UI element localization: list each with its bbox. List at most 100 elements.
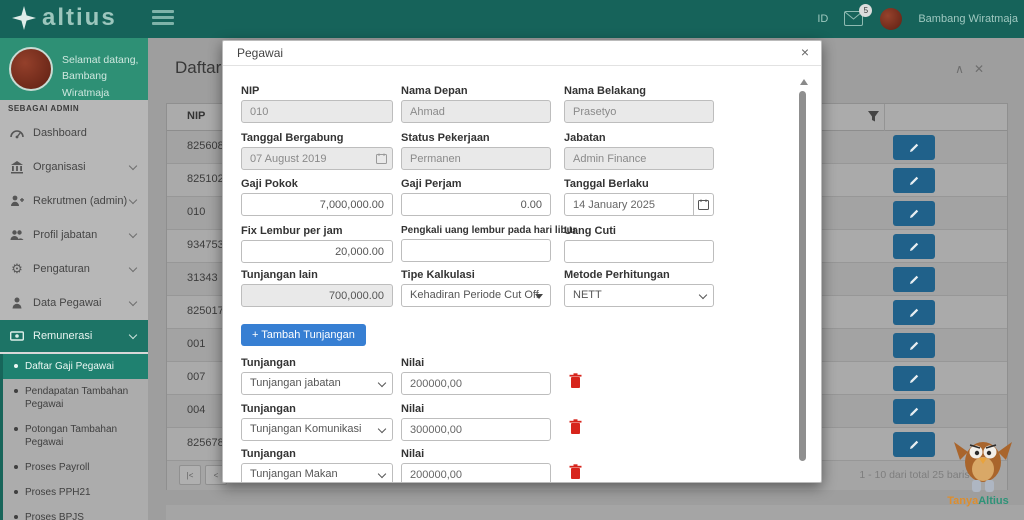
pencil-icon xyxy=(908,142,920,154)
mail-badge: 5 xyxy=(859,4,872,17)
chevron-down-icon xyxy=(129,229,137,237)
calendar-icon xyxy=(376,151,387,169)
tipe-kalkulasi-select[interactable]: Kehadiran Periode Cut Off xyxy=(401,284,551,307)
field-gaji-pokok: Gaji Pokok xyxy=(241,178,393,216)
top-header: altius ID 5 Bambang Wiratmaja xyxy=(0,0,1024,38)
sidebar-item-dashboard[interactable]: Dashboard xyxy=(0,116,148,150)
edit-row-button[interactable] xyxy=(893,300,935,325)
trash-icon xyxy=(569,373,582,388)
tunjangan-select[interactable]: Tunjangan Komunikasi xyxy=(241,418,393,441)
field-gaji-perjam: Gaji Perjam xyxy=(401,178,551,216)
scrollbar-thumb[interactable] xyxy=(799,91,806,461)
modal-title: Pegawai xyxy=(237,46,283,60)
chevron-down-icon xyxy=(699,291,707,299)
gears-icon: ⚙ xyxy=(10,262,24,276)
edit-row-button[interactable] xyxy=(893,333,935,358)
sidebar-subitem-proses-pph21[interactable]: Proses PPH21 xyxy=(3,480,148,505)
mail-icon[interactable]: 5 xyxy=(844,11,864,27)
field-fix-lembur: Fix Lembur per jam xyxy=(241,225,393,263)
sidebar-subitem-pendapatan-tambahan[interactable]: Pendapatan Tambahan Pegawai xyxy=(3,379,148,417)
bullet-icon xyxy=(14,515,18,519)
uang-cuti-input[interactable] xyxy=(564,240,714,263)
money-icon xyxy=(10,329,24,343)
chevron-down-icon xyxy=(129,263,137,271)
nip-input[interactable] xyxy=(241,100,393,123)
nama-belakang-input[interactable] xyxy=(564,100,714,123)
edit-row-button[interactable] xyxy=(893,432,935,457)
sidebar-item-remunerasi[interactable]: Remunerasi xyxy=(0,320,148,354)
chevron-down-icon xyxy=(378,470,386,478)
field-nip: NIP xyxy=(241,85,393,123)
trash-icon xyxy=(569,464,582,479)
edit-row-button[interactable] xyxy=(893,366,935,391)
status-pekerjaan-input[interactable] xyxy=(401,147,551,170)
user-avatar[interactable] xyxy=(880,8,902,30)
filter-icon[interactable] xyxy=(867,110,880,128)
calendar-picker-button[interactable] xyxy=(694,193,714,216)
nama-depan-input[interactable] xyxy=(401,100,551,123)
language-selector[interactable]: ID xyxy=(817,13,828,25)
bullet-icon xyxy=(14,427,18,431)
field-tanggal-berlaku: Tanggal Berlaku xyxy=(564,178,714,216)
modal-close-icon[interactable]: × xyxy=(801,44,809,60)
panel-close-icon[interactable]: ✕ xyxy=(974,62,994,76)
tanggal-berlaku-input[interactable] xyxy=(564,193,694,216)
sidebar-item-rekrutmen[interactable]: Rekrutmen (admin) xyxy=(0,184,148,218)
pengkali-lembur-input[interactable] xyxy=(401,239,551,262)
edit-row-button[interactable] xyxy=(893,234,935,259)
scrollbar-up-arrow[interactable] xyxy=(800,79,808,85)
delete-tunjangan-button[interactable] xyxy=(567,464,583,482)
edit-row-button[interactable] xyxy=(893,399,935,424)
sidebar-subitem-daftar-gaji[interactable]: Daftar Gaji Pegawai xyxy=(3,354,148,379)
sidebar-item-pengaturan[interactable]: ⚙ Pengaturan xyxy=(0,252,148,286)
metode-perhitungan-select[interactable]: NETT xyxy=(564,284,714,307)
chevron-down-icon xyxy=(378,425,386,433)
sidebar-subitem-proses-payroll[interactable]: Proses Payroll xyxy=(3,455,148,480)
panel-collapse-icon[interactable]: ∧ xyxy=(955,62,974,76)
modal-title-bar: Pegawai × xyxy=(223,41,821,66)
user-icon xyxy=(10,296,24,310)
nilai-input[interactable] xyxy=(401,372,551,395)
tunjangan-select[interactable]: Tunjangan jabatan xyxy=(241,372,393,395)
user-plus-icon xyxy=(10,194,24,208)
sidebar-subitem-potongan-tambahan[interactable]: Potongan Tambahan Pegawai xyxy=(3,417,148,455)
sidebar-subitem-proses-bpjs[interactable]: Proses BPJS xyxy=(3,505,148,520)
sidebar-item-organisasi[interactable]: Organisasi xyxy=(0,150,148,184)
bottom-panel-edge xyxy=(166,505,1024,520)
tunjangan-row-2-type: Tunjangan Tunjangan Komunikasi xyxy=(241,403,393,441)
tunjangan-row-3-nilai: Nilai xyxy=(401,448,551,483)
mascot-label: TanyaAltius xyxy=(932,495,1024,507)
nilai-input[interactable] xyxy=(401,418,551,441)
tanggal-bergabung-input[interactable] xyxy=(241,147,393,170)
chat-mascot[interactable] xyxy=(952,430,1014,499)
sidebar-item-data-pegawai[interactable]: Data Pegawai xyxy=(0,286,148,320)
edit-row-button[interactable] xyxy=(893,135,935,160)
edit-row-button[interactable] xyxy=(893,201,935,226)
panel-controls: ∧✕ xyxy=(955,62,994,76)
tambah-tunjangan-button[interactable]: + Tambah Tunjangan xyxy=(241,324,366,346)
gaji-pokok-input[interactable] xyxy=(241,193,393,216)
bullet-icon xyxy=(14,389,18,393)
jabatan-input[interactable] xyxy=(564,147,714,170)
tunjangan-lain-input[interactable] xyxy=(241,284,393,307)
trash-icon xyxy=(569,419,582,434)
edit-row-button[interactable] xyxy=(893,168,935,193)
user-name[interactable]: Bambang Wiratmaja xyxy=(918,13,1018,25)
edit-row-button[interactable] xyxy=(893,267,935,292)
chevron-down-icon xyxy=(129,161,137,169)
tunjangan-select[interactable]: Tunjangan Makan xyxy=(241,463,393,483)
nilai-input[interactable] xyxy=(401,463,551,483)
delete-tunjangan-button[interactable] xyxy=(567,373,583,391)
pager-first-button[interactable]: |< xyxy=(179,465,201,485)
sidebar-item-profil-jabatan[interactable]: Profil jabatan xyxy=(0,218,148,252)
field-nama-belakang: Nama Belakang xyxy=(564,85,714,123)
col-header-nip: NIP xyxy=(187,110,205,122)
calendar-icon xyxy=(698,199,709,210)
fix-lembur-input[interactable] xyxy=(241,240,393,263)
delete-tunjangan-button[interactable] xyxy=(567,419,583,437)
gaji-perjam-input[interactable] xyxy=(401,193,551,216)
sidebar-menu: Dashboard Organisasi Rekrutmen (admin) P… xyxy=(0,116,148,520)
brand-logo[interactable]: altius xyxy=(12,4,117,32)
pencil-icon xyxy=(908,241,920,253)
hamburger-menu-icon[interactable] xyxy=(152,10,174,27)
